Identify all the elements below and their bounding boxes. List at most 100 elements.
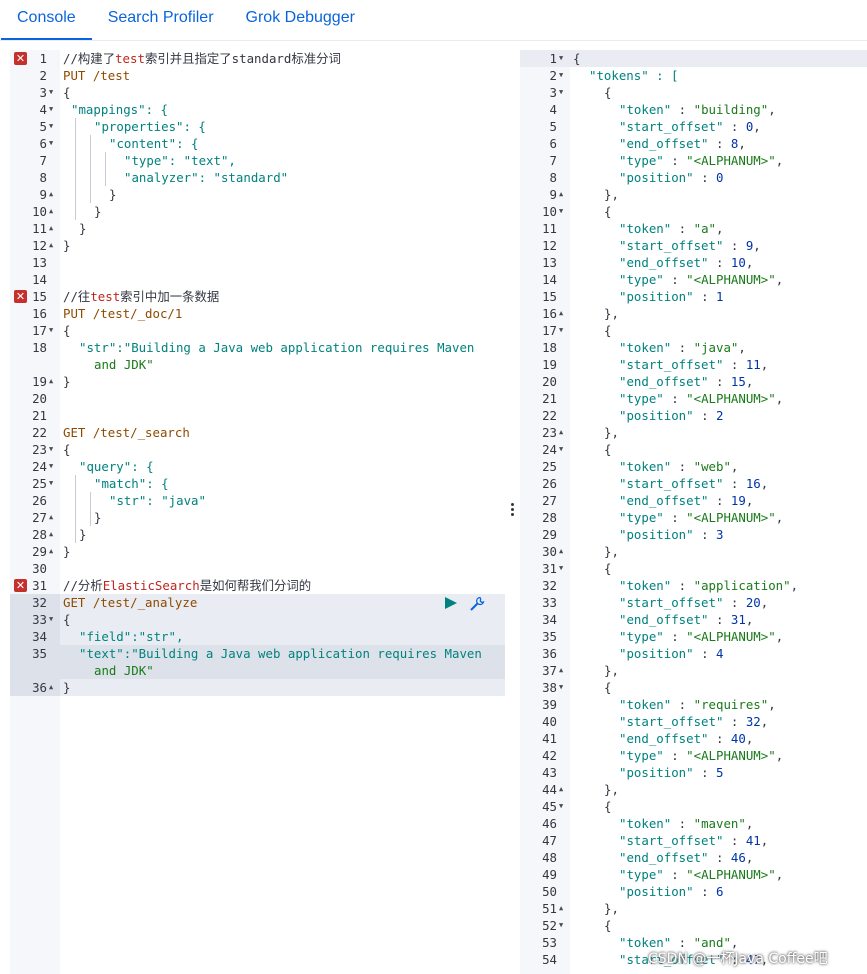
code-line: 10 ▲} xyxy=(32,203,102,220)
fold-toggle-icon[interactable]: ▲ xyxy=(49,373,59,390)
fold-toggle-icon[interactable]: ▼ xyxy=(559,322,569,339)
json-field: "end_offset" : 19, xyxy=(619,493,754,508)
fold-toggle-icon[interactable]: ▲ xyxy=(559,662,569,679)
json-key: "str":"Building a Java web application r… xyxy=(79,340,475,355)
fold-toggle-icon[interactable]: ▼ xyxy=(559,798,569,815)
json-key: "content": { xyxy=(109,136,199,151)
code-line: 7 "type": "text", xyxy=(39,153,236,168)
code-line: 9 ▲} xyxy=(39,186,117,203)
fold-toggle-icon[interactable]: ▲ xyxy=(559,305,569,322)
fold-toggle-icon[interactable]: ▲ xyxy=(49,220,59,237)
brace: } xyxy=(79,221,87,236)
code-line: 32 "token" : "application", xyxy=(542,578,799,593)
response-viewer[interactable]: 1 ▼{ 2 ▼ "tokens" : [ 3 ▼{4 "token" : "buildi… xyxy=(520,50,867,974)
fold-toggle-icon[interactable]: ▼ xyxy=(49,135,59,152)
json-field: "start_offset" : 32, xyxy=(619,714,769,729)
code-line: 50 "position" : 6 xyxy=(542,884,724,899)
code-line: 37 ▲}, xyxy=(542,662,619,679)
code-line: 29 "position" : 3 xyxy=(542,527,724,542)
code-line: 11 ▲} xyxy=(32,220,87,237)
fold-toggle-icon[interactable]: ▼ xyxy=(49,84,59,101)
tab-divider xyxy=(0,40,867,41)
fold-toggle-icon[interactable]: ▲ xyxy=(49,186,59,203)
brace: { xyxy=(63,612,71,627)
fold-toggle-icon[interactable]: ▼ xyxy=(49,611,59,628)
fold-toggle-icon[interactable]: ▲ xyxy=(559,781,569,798)
request-line: PUT /test xyxy=(63,68,131,83)
json-key: "str": "java" xyxy=(109,493,206,508)
brace: }, xyxy=(604,901,619,916)
brace: } xyxy=(79,527,87,542)
play-icon[interactable] xyxy=(444,596,458,610)
code-line: 22 GET /test/_search xyxy=(32,425,190,440)
fold-toggle-icon[interactable]: ▲ xyxy=(49,509,59,526)
json-field: "end_offset" : 40, xyxy=(619,731,754,746)
fold-toggle-icon[interactable]: ▼ xyxy=(49,322,59,339)
code-line: 16 ▲}, xyxy=(542,305,619,322)
fold-toggle-icon[interactable]: ▼ xyxy=(559,679,569,696)
json-field: "start_offset" : 16, xyxy=(619,476,769,491)
pane-resizer[interactable] xyxy=(507,500,517,520)
fold-toggle-icon[interactable]: ▼ xyxy=(49,475,59,492)
fold-toggle-icon[interactable]: ▲ xyxy=(49,526,59,543)
code-line: 2 ▼ "tokens" : [ xyxy=(549,67,679,84)
json-field: "token" : "requires", xyxy=(619,697,776,712)
brace: } xyxy=(63,374,71,389)
json-field: "type" : "<ALPHANUM>", xyxy=(619,748,784,763)
brace: { xyxy=(604,442,612,457)
brace: }, xyxy=(604,187,619,202)
fold-toggle-icon[interactable]: ▼ xyxy=(559,84,569,101)
json-field: "type" : "<ALPHANUM>", xyxy=(619,629,784,644)
brace: } xyxy=(63,544,71,559)
fold-toggle-icon[interactable]: ▲ xyxy=(559,186,569,203)
brace: { xyxy=(604,799,612,814)
code-line: 9 ▲}, xyxy=(549,186,619,203)
fold-toggle-icon[interactable]: ▼ xyxy=(49,441,59,458)
code-line: 20 "end_offset" : 15, xyxy=(542,374,754,389)
fold-toggle-icon[interactable]: ▲ xyxy=(49,237,59,254)
json-field: "token" : "maven", xyxy=(619,816,754,831)
code-line: 30 xyxy=(32,561,47,576)
fold-toggle-icon[interactable]: ▼ xyxy=(49,118,59,135)
fold-toggle-icon[interactable]: ▲ xyxy=(559,424,569,441)
code-line: 20 xyxy=(32,391,47,406)
tab-search-profiler[interactable]: Search Profiler xyxy=(92,0,230,40)
fold-toggle-icon[interactable]: ▼ xyxy=(559,441,569,458)
code-line: 13 xyxy=(32,255,47,270)
json-key: "text":"Building a Java web application … xyxy=(79,646,482,661)
code-line: 18 "token" : "java", xyxy=(542,340,746,355)
code-line: 49 "type" : "<ALPHANUM>", xyxy=(542,867,784,882)
fold-toggle-icon[interactable]: ▲ xyxy=(49,203,59,220)
fold-toggle-icon[interactable]: ▼ xyxy=(559,203,569,220)
fold-toggle-icon[interactable]: ▼ xyxy=(49,101,59,118)
code-line: 40 "start_offset" : 32, xyxy=(542,714,769,729)
code-line: ✕ 15//往test索引中加一条数据 xyxy=(14,289,220,304)
tab-grok-debugger[interactable]: Grok Debugger xyxy=(230,0,371,40)
fold-toggle-icon[interactable]: ▼ xyxy=(559,67,569,84)
json-key: "match": { xyxy=(94,476,169,491)
fold-toggle-icon[interactable]: ▼ xyxy=(559,917,569,934)
fold-toggle-icon[interactable]: ▲ xyxy=(49,543,59,560)
fold-toggle-icon[interactable]: ▼ xyxy=(559,560,569,577)
json-key: "field":"str", xyxy=(79,629,184,644)
json-field: "token" : "application", xyxy=(619,578,799,593)
brace: { xyxy=(604,561,612,576)
json-field: "start_offset" : 0, xyxy=(619,119,761,134)
code-line: 33 "start_offset" : 20, xyxy=(542,595,769,610)
tab-bar: Console Search Profiler Grok Debugger xyxy=(0,0,867,40)
code-line: 19 "start_offset" : 11, xyxy=(542,357,769,372)
fold-toggle-icon[interactable]: ▼ xyxy=(49,458,59,475)
fold-toggle-icon[interactable]: ▲ xyxy=(49,679,59,696)
code-line: 17 ▼{ xyxy=(32,322,71,339)
code-line: ✕ 31//分析ElasticSearch是如何帮我们分词的 xyxy=(14,578,312,593)
fold-toggle-icon[interactable]: ▼ xyxy=(559,50,569,67)
code-line: 33 ▼{ xyxy=(32,611,71,628)
fold-toggle-icon[interactable]: ▲ xyxy=(559,900,569,917)
wrench-icon[interactable] xyxy=(468,596,486,612)
json-key: "query": { xyxy=(79,459,154,474)
request-editor[interactable]: ✕ 1//构建了test索引并且指定了standard标准分词 2 PUT /tes… xyxy=(10,50,505,974)
fold-toggle-icon[interactable]: ▲ xyxy=(559,543,569,560)
code-line: 18 "str":"Building a Java web application… xyxy=(32,340,475,372)
tab-console[interactable]: Console xyxy=(1,0,92,40)
json-field: "token" : "building", xyxy=(619,102,776,117)
